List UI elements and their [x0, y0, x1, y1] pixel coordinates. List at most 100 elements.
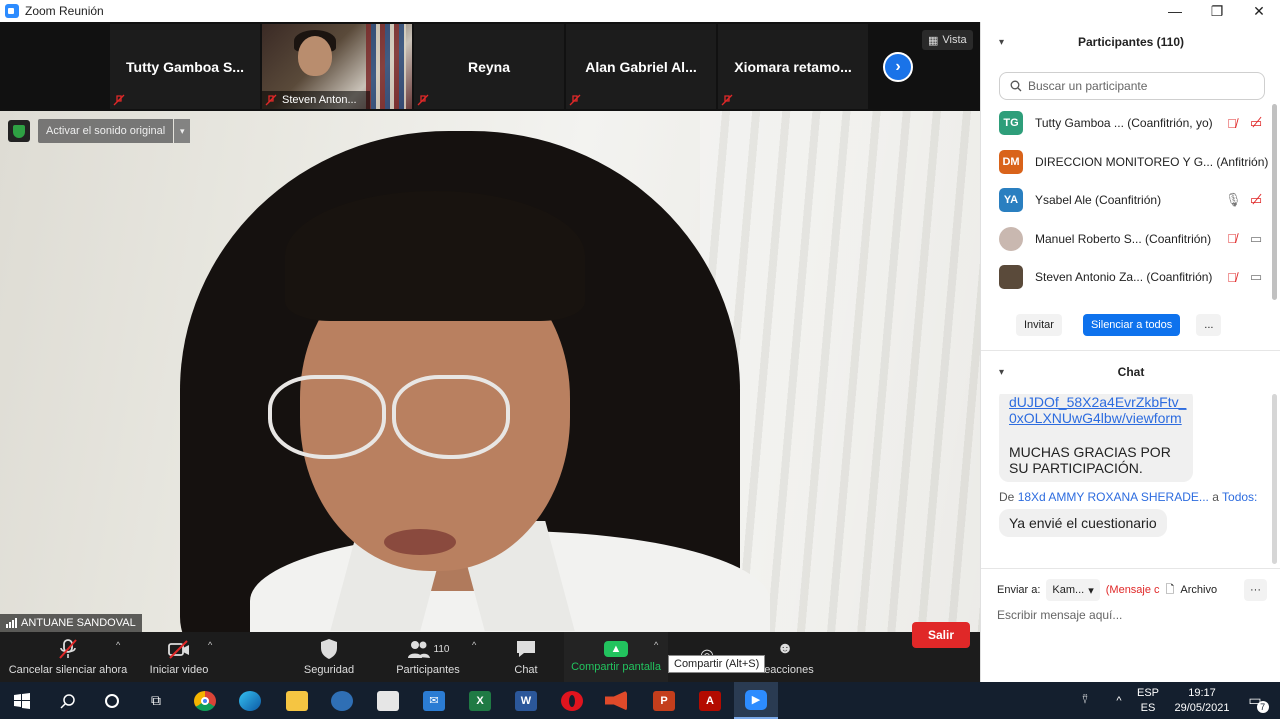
- participants-icon: 110: [398, 638, 458, 660]
- video-on-icon[interactable]: ▭: [1247, 231, 1265, 247]
- next-page-button[interactable]: ›: [883, 52, 913, 82]
- file-label[interactable]: Archivo: [1180, 584, 1217, 596]
- person-lips: [384, 529, 456, 555]
- opera-icon: [561, 690, 583, 711]
- sender-name[interactable]: 18Xd AMMY ROXANA SHERADE...: [1018, 490, 1209, 504]
- task-view-button[interactable]: ⧉: [134, 682, 178, 719]
- chat-label: Chat: [514, 664, 538, 676]
- window-titlebar: Zoom Reunión — ❐ ✕: [0, 0, 1280, 22]
- original-sound-button[interactable]: Activar el sonido original: [38, 119, 174, 143]
- exit-button[interactable]: Salir: [912, 622, 970, 648]
- participant-name: Steven Antonio Za... (Coanfitrión): [1035, 270, 1213, 285]
- emoji-plus-icon: ☻: [776, 640, 794, 657]
- close-button[interactable]: ✕: [1238, 0, 1280, 22]
- audio-options-caret[interactable]: ^: [116, 640, 120, 650]
- taskbar-store[interactable]: [366, 682, 410, 719]
- participant-search-input[interactable]: Buscar un participante: [999, 72, 1265, 100]
- collapse-chevron-icon[interactable]: ▾: [999, 37, 1004, 48]
- participant-scrollbar[interactable]: [1272, 104, 1277, 300]
- thumbnail-steven[interactable]: Steven Anton...: [262, 24, 412, 109]
- collapse-chevron-icon[interactable]: ▾: [999, 367, 1004, 378]
- acrobat-icon: A: [699, 690, 721, 711]
- mail-icon: ✉: [423, 690, 445, 711]
- file-icon[interactable]: 🗋: [1166, 581, 1175, 600]
- mic-muted-icon[interactable]: 🎙̸: [1225, 270, 1239, 285]
- people-icon[interactable]: ⍢: [1070, 682, 1100, 719]
- participant-row[interactable]: Steven Antonio Za... (Coanfitrión) 🎙̸ ▭: [981, 258, 1277, 297]
- thumbnail-xiomara[interactable]: Xiomara retamo...: [718, 24, 868, 109]
- share-options-caret[interactable]: ^: [654, 640, 658, 650]
- maximize-button[interactable]: ❐: [1196, 0, 1238, 22]
- more-options-button[interactable]: ...: [1196, 314, 1222, 336]
- participants-options-caret[interactable]: ^: [472, 640, 476, 650]
- notifications-button[interactable]: ▭ 7: [1240, 682, 1270, 719]
- send-to-label: Enviar a:: [997, 584, 1041, 596]
- taskbar-excel[interactable]: X: [458, 682, 502, 719]
- thumbnail-name: Tutty Gamboa S...: [126, 58, 244, 75]
- encryption-shield-icon[interactable]: [8, 120, 30, 142]
- mic-muted-icon[interactable]: 🎙̸: [1225, 116, 1239, 131]
- curtain-background: [700, 111, 980, 632]
- share-tooltip: Compartir (Alt+S): [668, 655, 766, 673]
- person-hair-front: [285, 191, 585, 321]
- taskbar-audio-app[interactable]: [594, 682, 638, 719]
- taskbar-powerpoint[interactable]: P: [642, 682, 686, 719]
- chat-title: Chat: [1117, 365, 1145, 379]
- mic-on-icon[interactable]: 🎙: [1225, 192, 1242, 208]
- section-divider: [981, 568, 1280, 569]
- taskbar-opera[interactable]: [550, 682, 594, 719]
- participant-strip: Tutty Gamboa S... Steven Anton... Reyna …: [0, 22, 980, 111]
- view-button[interactable]: ▦ Vista: [922, 30, 973, 50]
- chevron-up-icon[interactable]: ^: [1106, 682, 1132, 719]
- search-icon: [1010, 80, 1022, 92]
- participant-row[interactable]: TG Tutty Gamboa ... (Coanfitrión, yo) 🎙̸…: [981, 104, 1277, 143]
- taskbar-chrome[interactable]: [183, 682, 227, 719]
- search-button[interactable]: [46, 682, 90, 719]
- start-button[interactable]: [0, 682, 44, 719]
- form-link[interactable]: 0xOLXNUwG4lbw/viewform: [1009, 410, 1183, 426]
- video-off-icon[interactable]: ▭̸: [1247, 192, 1265, 208]
- chat-scrollbar[interactable]: [1272, 394, 1277, 564]
- window-title: Zoom Reunión: [25, 4, 104, 18]
- share-screen-button[interactable]: ▲ Compartir pantalla: [564, 632, 668, 682]
- recipient-value: Kam...: [1052, 584, 1085, 596]
- minimize-button[interactable]: —: [1154, 0, 1196, 22]
- taskbar-word[interactable]: W: [504, 682, 548, 719]
- participant-row[interactable]: YA Ysabel Ale (Coanfitrión) 🎙 ▭̸: [981, 181, 1277, 220]
- thumbnail-tutty[interactable]: Tutty Gamboa S...: [110, 24, 260, 109]
- taskbar-file-explorer[interactable]: [275, 682, 319, 719]
- thumbnail-reyna[interactable]: Reyna: [414, 24, 564, 109]
- participant-row[interactable]: Manuel Roberto S... (Coanfitrión) 🎙̸ ▭: [981, 220, 1277, 259]
- taskbar-edge[interactable]: [228, 682, 272, 719]
- clock[interactable]: 19:17 29/05/2021: [1166, 682, 1238, 719]
- mute-button[interactable]: Cancelar silenciar ahora: [6, 632, 130, 682]
- zoom-app-icon: [5, 4, 19, 18]
- thumbnail-name: Steven Anton...: [262, 91, 370, 109]
- taskbar-acrobat[interactable]: A: [688, 682, 732, 719]
- cortana-button[interactable]: [90, 682, 134, 719]
- thumbnail-alan[interactable]: Alan Gabriel Al...: [566, 24, 716, 109]
- invite-button[interactable]: Invitar: [1016, 314, 1062, 336]
- task-view-icon: ⧉: [151, 692, 161, 708]
- start-video-button[interactable]: Iniciar video: [142, 632, 216, 682]
- original-sound-dropdown[interactable]: ▾: [174, 119, 191, 143]
- avatar: [999, 265, 1023, 290]
- language-indicator[interactable]: ESP ES: [1134, 682, 1162, 719]
- chat-compose-input[interactable]: Escribir mensaje aquí...: [997, 608, 1122, 622]
- participants-button[interactable]: 110 Participantes: [390, 632, 466, 682]
- taskbar-mail[interactable]: ✉: [412, 682, 456, 719]
- mic-muted-icon[interactable]: 🎙̸: [1225, 231, 1239, 246]
- taskbar-zoom[interactable]: ▶: [734, 682, 778, 719]
- video-options-caret[interactable]: ^: [208, 640, 212, 650]
- video-on-icon[interactable]: ▭: [1247, 269, 1265, 285]
- video-off-icon[interactable]: ▭̸: [1247, 115, 1265, 131]
- security-button[interactable]: Seguridad: [298, 632, 360, 682]
- taskbar-photos[interactable]: [320, 682, 364, 719]
- mute-all-button[interactable]: Silenciar a todos: [1082, 314, 1181, 336]
- form-link[interactable]: dUJDOf_58X2a4EvrZkbFtv_: [1009, 394, 1186, 410]
- participant-row[interactable]: DM DIRECCION MONITOREO Y G... (Anfitrión…: [981, 143, 1277, 182]
- chat-more-button[interactable]: ···: [1244, 579, 1267, 601]
- recipient-dropdown[interactable]: Kam... ▾: [1046, 579, 1100, 601]
- chat-button[interactable]: Chat: [508, 632, 544, 682]
- avatar: YA: [999, 188, 1023, 213]
